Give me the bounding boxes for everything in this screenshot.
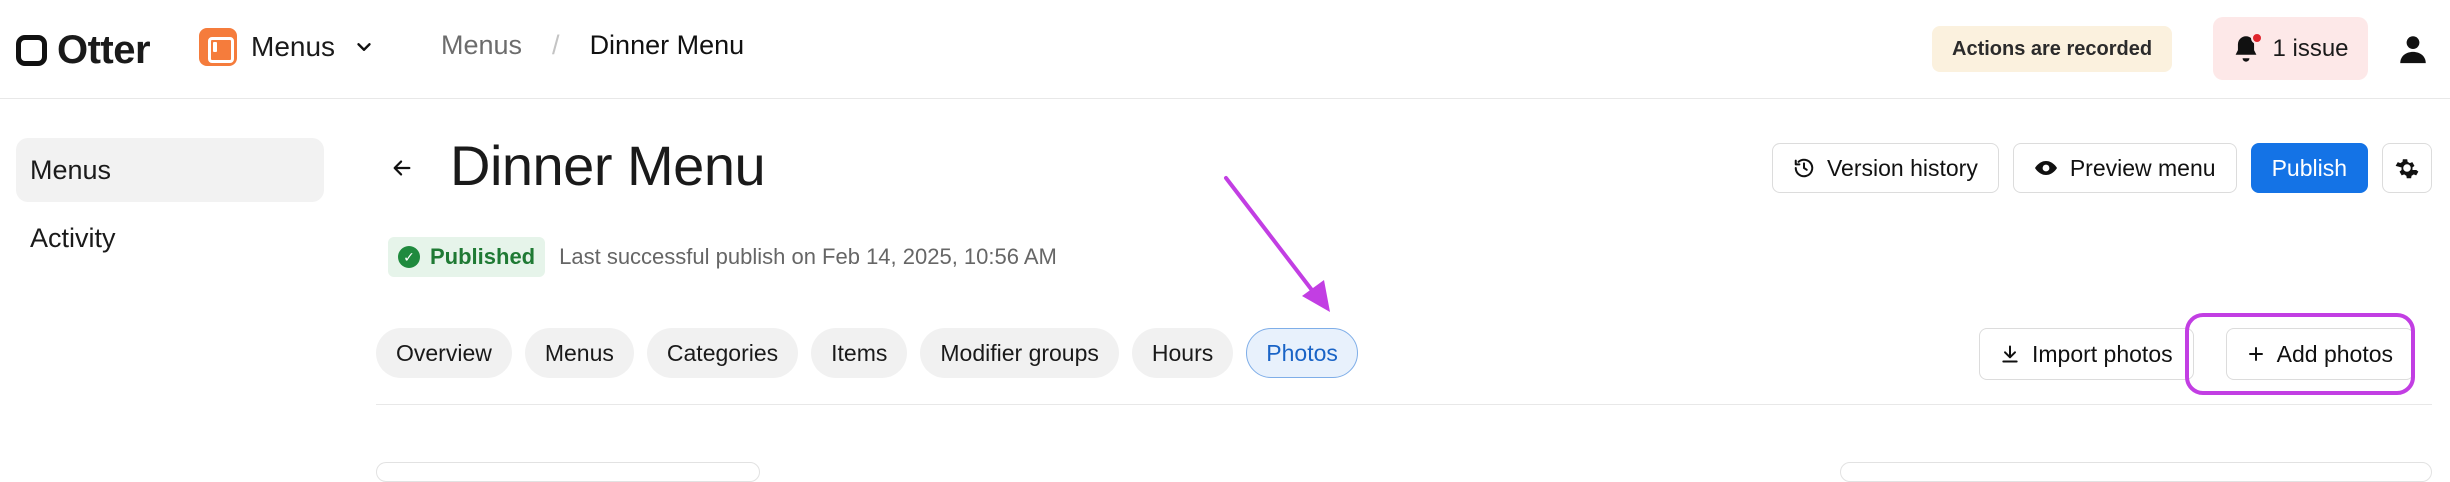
- breadcrumb-menus[interactable]: Menus: [441, 30, 522, 61]
- top-bar: Otter Menus Menus / Dinner Menu Actions …: [0, 0, 2450, 99]
- breadcrumb-separator: /: [552, 30, 560, 60]
- bell-icon: [2232, 31, 2264, 64]
- content-card-left: [376, 462, 760, 482]
- preview-menu-button[interactable]: Preview menu: [2012, 143, 2237, 193]
- issue-count-label: 1 issue: [2272, 34, 2349, 62]
- sidebar-item-activity[interactable]: Activity: [16, 206, 324, 270]
- import-photos-label: Import photos: [2031, 340, 2173, 367]
- breadcrumb-current: Dinner Menu: [589, 30, 745, 60]
- chevron-down-icon: [357, 43, 371, 51]
- version-history-button[interactable]: Version history: [1771, 143, 1999, 193]
- download-icon: [2002, 345, 2018, 363]
- tab-modifier-groups[interactable]: Modifier groups: [920, 328, 1119, 378]
- tab-menus[interactable]: Menus: [524, 328, 634, 378]
- preview-menu-label: Preview menu: [2069, 154, 2216, 181]
- settings-button[interactable]: [2382, 143, 2432, 193]
- history-icon: [1794, 158, 1814, 178]
- annotation-arrow-icon: [1224, 176, 1330, 312]
- back-arrow-icon[interactable]: [382, 148, 422, 188]
- import-photos-button[interactable]: Import photos: [1978, 328, 2194, 380]
- notification-dot: [2251, 31, 2264, 44]
- sidebar: Menus Activity: [16, 138, 324, 274]
- annotation-highlight-box: [2185, 313, 2415, 395]
- user-icon[interactable]: [2396, 32, 2430, 66]
- menus-app-icon: [199, 28, 237, 66]
- header-actions: Version history Preview menu Publish: [1771, 143, 2432, 193]
- otter-logo-mark: [16, 35, 47, 66]
- publish-status-row: ✓ Published Last successful publish on F…: [388, 237, 1057, 277]
- published-badge: ✓ Published: [388, 237, 546, 277]
- page-title: Dinner Menu: [450, 134, 766, 197]
- breadcrumb: Menus / Dinner Menu: [441, 30, 744, 61]
- check-circle-icon: ✓: [398, 246, 420, 268]
- app-switcher[interactable]: Menus: [199, 28, 375, 66]
- tab-overview[interactable]: Overview: [376, 328, 512, 378]
- issues-button[interactable]: 1 issue: [2213, 17, 2368, 80]
- tab-items[interactable]: Items: [811, 328, 908, 378]
- gear-icon: [2395, 159, 2419, 179]
- app-name: Menus: [251, 31, 336, 62]
- sidebar-item-menus[interactable]: Menus: [16, 138, 324, 202]
- content-divider: [376, 404, 2432, 405]
- otter-logo[interactable]: Otter: [16, 28, 151, 73]
- published-badge-label: Published: [430, 244, 536, 269]
- tab-hours[interactable]: Hours: [1131, 328, 1234, 378]
- logo-text: Otter: [57, 28, 151, 72]
- actions-recorded-badge: Actions are recorded: [1932, 26, 2173, 72]
- publish-button[interactable]: Publish: [2250, 143, 2368, 193]
- tab-photos[interactable]: Photos: [1246, 328, 1358, 378]
- section-tabs: Overview Menus Categories Items Modifier…: [376, 328, 1358, 378]
- last-publish-text: Last successful publish on Feb 14, 2025,…: [559, 244, 1057, 269]
- version-history-label: Version history: [1826, 154, 1978, 181]
- content-card-right: [1840, 462, 2432, 482]
- eye-icon: [2034, 161, 2057, 175]
- tab-categories[interactable]: Categories: [646, 328, 799, 378]
